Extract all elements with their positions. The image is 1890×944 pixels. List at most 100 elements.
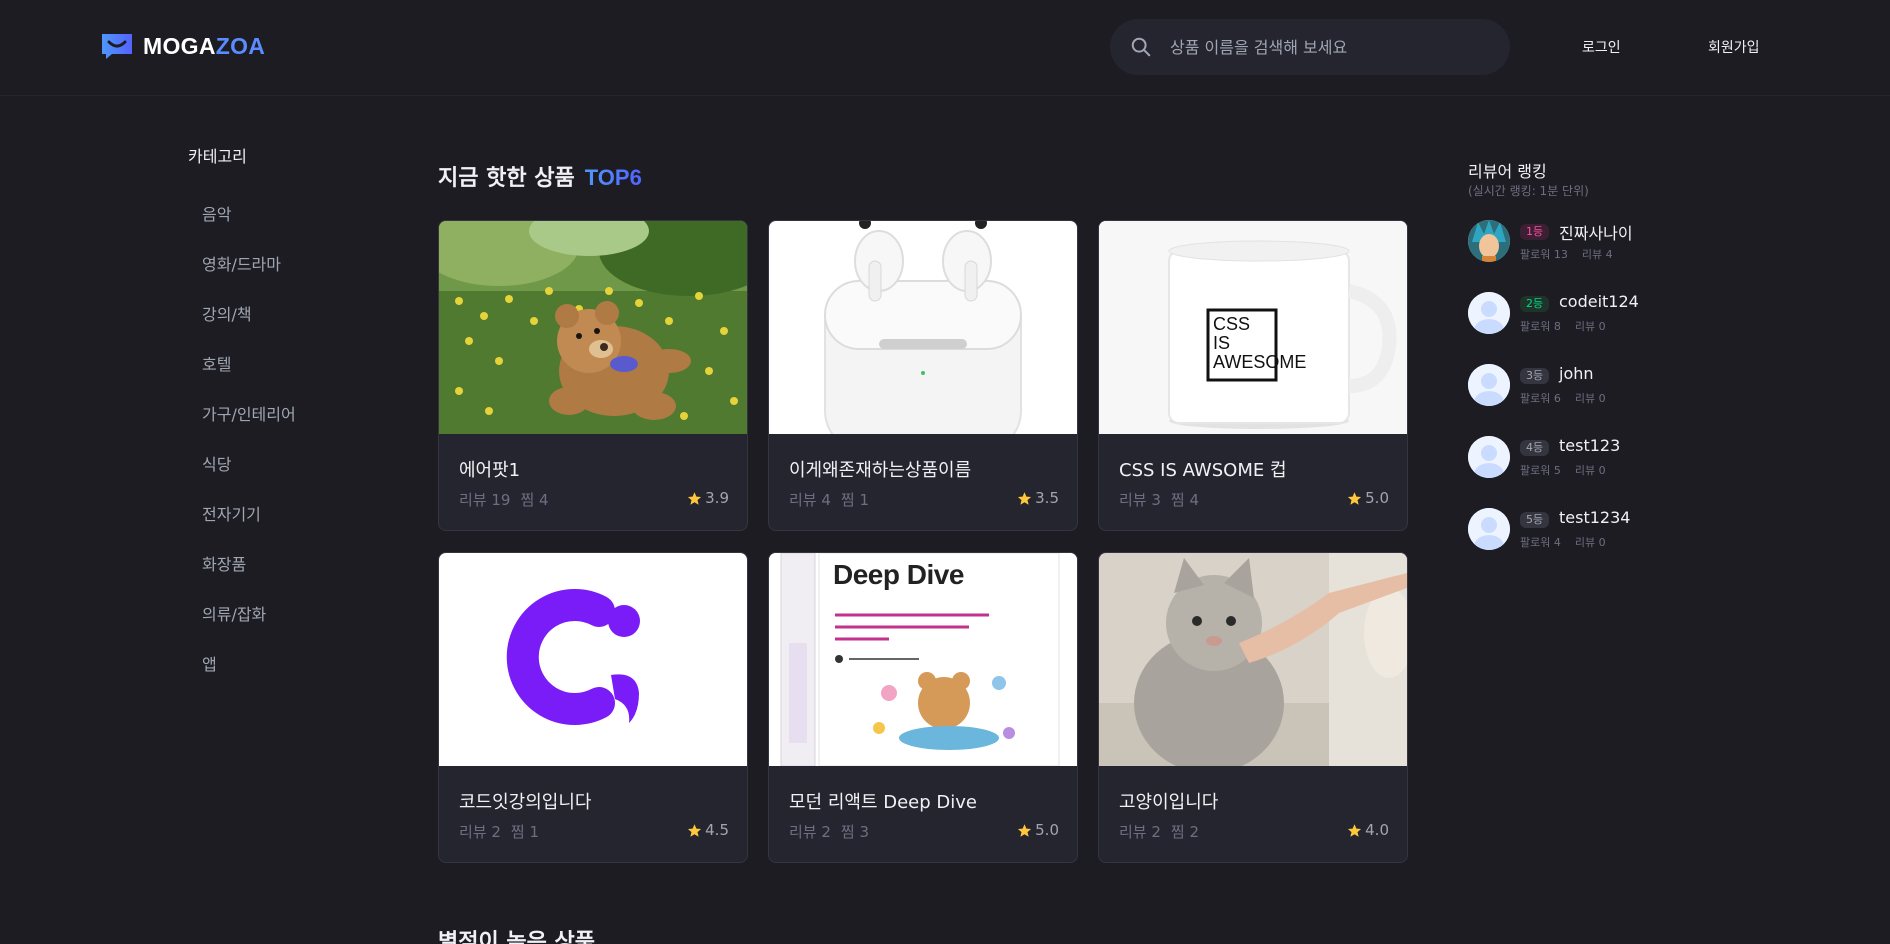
airpods-image [769,221,1077,434]
product-name: 모던 리액트 Deep Dive [789,792,977,813]
reviewer-name: test1234 [1559,508,1631,527]
rank-badge: 5등 [1520,512,1550,528]
reviewer-name: 진짜사나이 [1559,224,1633,243]
signup-link[interactable]: 회원가입 [1708,37,1760,57]
product-rating: 5.0 [1017,821,1059,839]
review-count: 리뷰 2 [789,823,831,841]
category-item-movie[interactable]: 영화/드라마 [202,251,281,275]
rank-badge: 4등 [1520,440,1550,456]
cat-image [1099,553,1407,766]
reviewer-stats: 팔로워 13 리뷰 4 [1520,246,1613,262]
category-item-app[interactable]: 앱 [202,651,217,675]
reviewer-stats: 팔로워 4 리뷰 0 [1520,534,1606,550]
search-bar[interactable] [1110,19,1510,75]
review-count: 리뷰 4 [1581,248,1613,261]
book-title-text: Deep Dive [833,559,964,590]
product-card[interactable]: 고양이입니다 리뷰 2 찜 2 4.0 [1098,552,1408,863]
star-icon [1348,491,1362,505]
product-name: CSS IS AWSOME 컵 [1119,460,1287,481]
product-meta: 리뷰 19 찜 4 [459,489,549,510]
hot-section-title: 지금 핫한 상품 TOP6 [438,160,642,192]
product-meta: 리뷰 2 찜 3 [789,821,869,842]
logo-text-main: MOGA [143,32,216,59]
follower-count: 팔로워 8 [1520,320,1561,333]
reviewer-item[interactable]: 5등 test1234 팔로워 4 리뷰 0 [1468,508,1728,552]
product-card[interactable]: CSS IS AWESOME CSS IS AWSOME 컵 리뷰 3 찜 4 … [1098,220,1408,531]
category-item-electronics[interactable]: 전자기기 [202,501,261,525]
review-count: 리뷰 19 [459,491,511,509]
teddy-bear-image [439,221,747,434]
rating-value: 4.0 [1365,821,1389,839]
header: MOGAZOA 로그인 회원가입 [0,0,1890,96]
reviewer-item[interactable]: 2등 codeit124 팔로워 8 리뷰 0 [1468,292,1728,336]
follower-count: 팔로워 13 [1520,248,1568,261]
top6-badge: TOP6 [584,165,642,190]
like-count: 찜 3 [840,823,870,841]
follower-count: 팔로워 6 [1520,392,1561,405]
avatar [1468,436,1510,478]
search-icon [1131,37,1151,57]
product-meta: 리뷰 3 찜 4 [1119,489,1199,510]
logo-icon [102,34,132,59]
codeit-logo-image [439,553,747,766]
category-item-lecture[interactable]: 강의/책 [202,301,252,325]
mug-text-line: IS [1213,333,1231,353]
rank-badge: 1등 [1520,224,1550,240]
review-count: 리뷰 2 [1119,823,1161,841]
logo[interactable]: MOGAZOA [100,32,265,60]
logo-text: MOGAZOA [143,33,265,60]
top-rated-section-title: 별점이 높은 상품 [438,930,595,944]
product-card[interactable]: 코드잇강의입니다 리뷰 2 찜 1 4.5 [438,552,748,863]
avatar [1468,508,1510,550]
reviewer-name: test123 [1559,436,1621,455]
rank-badge: 2등 [1520,296,1550,312]
rank-badge: 3등 [1520,368,1550,384]
product-rating: 4.5 [687,821,729,839]
mug-text-line: AWESOME [1213,352,1307,372]
product-rating: 3.5 [1017,489,1059,507]
avatar [1468,220,1510,262]
mug-text-line: CSS [1213,314,1251,334]
rating-value: 5.0 [1035,821,1059,839]
star-icon [1348,823,1362,837]
product-name: 코드잇강의입니다 [459,792,592,813]
product-card[interactable]: 이게왜존재하는상품이름 리뷰 4 찜 1 3.5 [768,220,1078,531]
category-item-furniture[interactable]: 가구/인테리어 [202,401,296,425]
product-rating: 4.0 [1347,821,1389,839]
category-item-music[interactable]: 음악 [202,201,231,225]
login-link[interactable]: 로그인 [1582,37,1621,57]
product-rating: 5.0 [1347,489,1389,507]
follower-count: 팔로워 5 [1520,464,1561,477]
reviewer-name: codeit124 [1559,292,1639,311]
review-count: 리뷰 4 [789,491,831,509]
rating-value: 4.5 [705,821,729,839]
ranking-subtitle: (실시간 랭킹: 1분 단위) [1468,184,1589,198]
review-count: 리뷰 0 [1574,536,1606,549]
category-item-restaurant[interactable]: 식당 [202,451,231,475]
star-icon [1018,491,1032,505]
reviewer-item[interactable]: 1등 진짜사나이 팔로워 13 리뷰 4 [1468,220,1728,264]
category-item-cosmetics[interactable]: 화장품 [202,551,246,575]
product-card[interactable]: Deep Dive 모던 리액트 Deep Dive 리뷰 2 찜 3 5.0 [768,552,1078,863]
reviewer-item[interactable]: 4등 test123 팔로워 5 리뷰 0 [1468,436,1728,480]
reviewer-item[interactable]: 3등 john 팔로워 6 리뷰 0 [1468,364,1728,408]
follower-count: 팔로워 4 [1520,536,1561,549]
product-name: 고양이입니다 [1119,792,1219,813]
avatar [1468,292,1510,334]
product-card[interactable]: 에어팟1 리뷰 19 찜 4 3.9 [438,220,748,531]
category-item-hotel[interactable]: 호텔 [202,351,231,375]
like-count: 찜 2 [1170,823,1200,841]
avatar [1468,364,1510,406]
search-input[interactable] [1170,37,1470,57]
like-count: 찜 4 [520,491,549,509]
reviewer-stats: 팔로워 5 리뷰 0 [1520,462,1606,478]
category-item-clothing[interactable]: 의류/잡화 [202,601,266,625]
review-count: 리뷰 2 [459,823,501,841]
reviewer-stats: 팔로워 8 리뷰 0 [1520,318,1606,334]
product-meta: 리뷰 4 찜 1 [789,489,869,510]
rating-value: 3.9 [705,489,729,507]
like-count: 찜 4 [1170,491,1200,509]
star-icon [688,823,702,837]
category-title: 카테고리 [188,147,247,166]
reviewer-name: john [1559,364,1594,383]
